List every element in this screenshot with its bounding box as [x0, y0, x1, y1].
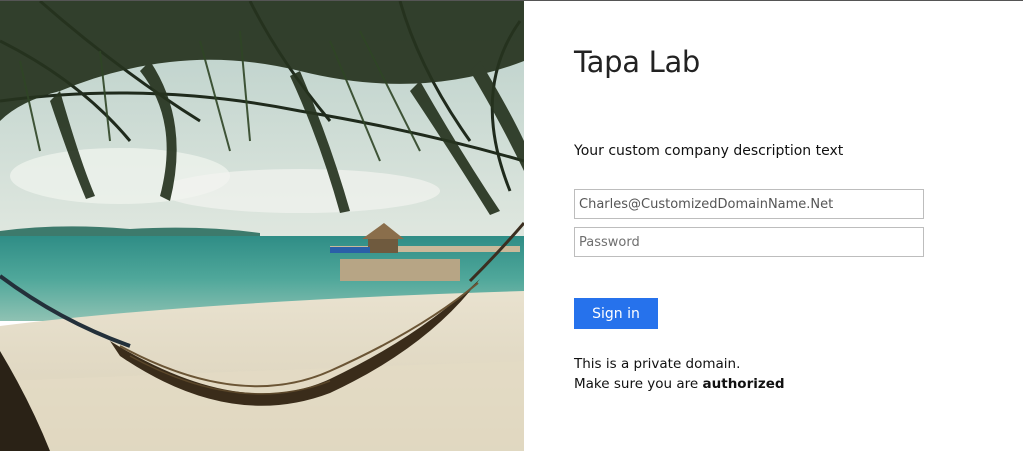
- password-input[interactable]: [574, 227, 924, 257]
- notice-line-2-prefix: Make sure you are: [574, 376, 703, 392]
- beach-hammock-illustration: [0, 1, 524, 451]
- page-title: Tapa Lab: [574, 45, 701, 79]
- authorized-emphasis: authorized: [702, 376, 785, 392]
- email-input[interactable]: [574, 189, 924, 219]
- notice-line-2: Make sure you are authorized: [574, 374, 785, 394]
- private-domain-notice: This is a private domain. Make sure you …: [574, 354, 785, 394]
- sign-in-button[interactable]: Sign in: [574, 298, 658, 329]
- notice-line-1: This is a private domain.: [574, 356, 741, 372]
- company-description: Your custom company description text: [574, 143, 844, 159]
- login-panel: Tapa Lab Your custom company description…: [524, 1, 1023, 451]
